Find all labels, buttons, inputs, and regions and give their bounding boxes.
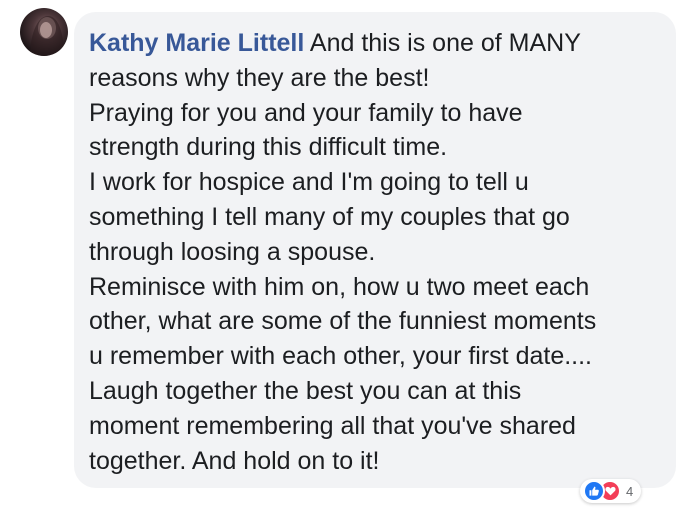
comment-line: moment remembering all that you've share… <box>89 411 576 440</box>
comment-body: Kathy Marie Littell And this is one of M… <box>89 26 658 478</box>
reactions-summary[interactable]: 4 <box>580 479 642 503</box>
comment-line: Reminisce with him on, how u two meet ea… <box>89 272 590 301</box>
avatar-photo-icon <box>30 16 64 56</box>
comment-line: through loosing a spouse. <box>89 237 376 266</box>
comment-line: something I tell many of my couples that… <box>89 202 570 231</box>
comment-line: I work for hospice and I'm going to tell… <box>89 168 529 197</box>
comment-first-line: Kathy Marie Littell And this is one of M… <box>89 26 658 61</box>
like-icon <box>583 480 605 502</box>
comment-line: Praying for you and your family to have <box>89 98 523 127</box>
comment-line: strength during this difficult time. <box>89 133 448 162</box>
comment-line: u remember with each other, your first d… <box>89 342 593 371</box>
comment-line: together. And hold on to it! <box>89 446 380 475</box>
comment-line: Laugh together the best you can at this <box>89 376 522 405</box>
author-name[interactable]: Kathy Marie Littell <box>89 29 304 57</box>
avatar[interactable] <box>20 8 68 56</box>
comment-first-line-text: And this is one of MANY <box>309 29 581 57</box>
comment-line: other, what are some of the funniest mom… <box>89 307 597 336</box>
comment-line: reasons why they are the best! <box>89 63 430 92</box>
reaction-count: 4 <box>626 483 634 499</box>
comment-bubble: Kathy Marie Littell And this is one of M… <box>74 12 676 488</box>
